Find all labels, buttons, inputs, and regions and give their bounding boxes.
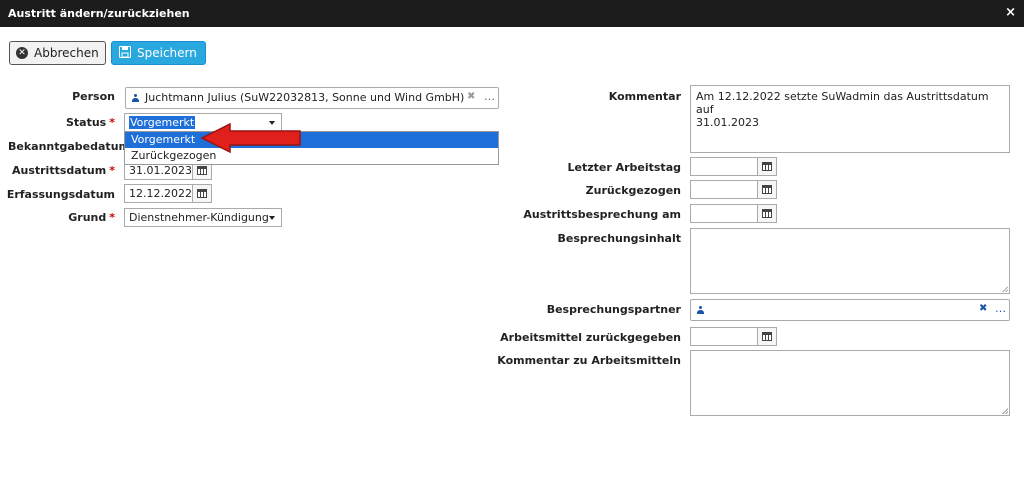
user-icon [697, 306, 704, 314]
status-dropdown: Vorgemerkt Zurückgezogen [124, 131, 499, 165]
besprechungspartner-field[interactable]: ✖ … [690, 299, 1010, 321]
calendar-button[interactable] [757, 327, 777, 346]
calendar-button[interactable] [757, 180, 777, 199]
austritt-label: Austrittsdatum * [12, 164, 115, 177]
person-label: Person [72, 90, 115, 103]
arbeitsmittel-date-input[interactable] [690, 327, 758, 346]
more-icon[interactable]: … [995, 302, 1006, 315]
dialog-titlebar: Austritt ändern/zurückziehen × [0, 0, 1024, 27]
calendar-button[interactable] [757, 204, 777, 223]
besprechungsinhalt-label: Besprechungsinhalt [557, 232, 681, 245]
cancel-button[interactable]: ✕ Abbrechen [9, 41, 106, 65]
cancel-label: Abbrechen [34, 46, 99, 60]
status-label-text: Status [65, 116, 107, 129]
required-marker: * [109, 116, 115, 129]
person-value: Juchtmann Julius (SuW22032813, Sonne und… [145, 91, 465, 104]
resize-grip-icon[interactable] [1002, 408, 1008, 414]
austritt-label-text: Austrittsdatum [11, 164, 107, 177]
grund-value: Dienstnehmer-Kündigung [129, 211, 269, 224]
kommentar-arbeitsmittel-textarea[interactable] [690, 350, 1010, 416]
clear-icon[interactable]: ✖ [979, 303, 987, 314]
calendar-icon [762, 209, 772, 218]
cancel-icon: ✕ [16, 47, 28, 59]
letzter-arbeitstag-label: Letzter Arbeitstag [567, 161, 681, 174]
zurueckgezogen-label: Zurückgezogen [585, 184, 681, 197]
more-icon[interactable]: … [484, 90, 495, 103]
kommentar-arbeitsmittel-label: Kommentar zu Arbeitsmitteln [497, 354, 681, 367]
status-value: Vorgemerkt [129, 116, 196, 129]
calendar-icon [762, 162, 772, 171]
status-option-vorgemerkt[interactable]: Vorgemerkt [125, 132, 498, 148]
grund-label: Grund * [68, 211, 115, 224]
besprechung-label: Austrittsbesprechung am [523, 208, 681, 221]
calendar-button[interactable] [757, 157, 777, 176]
floppy-disk-icon [119, 45, 131, 61]
person-field[interactable]: Juchtmann Julius (SuW22032813, Sonne und… [125, 87, 499, 109]
erfassung-date-input[interactable]: 12.12.2022 [124, 184, 193, 203]
calendar-icon [762, 185, 772, 194]
status-option-zurueckgezogen[interactable]: Zurückgezogen [125, 148, 498, 164]
dialog-title: Austritt ändern/zurückziehen [8, 7, 190, 20]
besprechung-date-input[interactable] [690, 204, 758, 223]
arbeitsmittel-label: Arbeitsmittel zurückgegeben [500, 331, 681, 344]
bekanntgabe-label: Bekanntgabedatum [8, 140, 130, 153]
kommentar-label: Kommentar [608, 90, 681, 103]
chevron-down-icon [269, 216, 275, 220]
erfassung-label: Erfassungsdatum [6, 188, 115, 201]
calendar-icon [197, 189, 207, 198]
zurueckgezogen-input[interactable] [690, 180, 758, 199]
save-button[interactable]: Speichern [111, 41, 206, 65]
kommentar-textarea[interactable]: Am 12.12.2022 setzte SuWadmin das Austri… [690, 85, 1010, 153]
clear-icon[interactable]: ✖ [467, 91, 475, 102]
letzter-arbeitstag-input[interactable] [690, 157, 758, 176]
calendar-button[interactable] [192, 184, 212, 203]
calendar-icon [197, 166, 207, 175]
calendar-icon [762, 332, 772, 341]
status-label: Status * [66, 116, 115, 129]
required-marker: * [109, 211, 115, 224]
user-icon [132, 94, 139, 102]
besprechungspartner-label: Besprechungspartner [546, 303, 681, 316]
grund-select[interactable]: Dienstnehmer-Kündigung [124, 208, 282, 227]
close-icon[interactable]: × [1005, 5, 1016, 20]
required-marker: * [109, 164, 115, 177]
save-label: Speichern [137, 46, 197, 60]
grund-label-text: Grund [68, 211, 107, 224]
resize-grip-icon[interactable] [1002, 286, 1008, 292]
red-arrow-annotation [200, 123, 301, 153]
besprechungsinhalt-textarea[interactable] [690, 228, 1010, 294]
